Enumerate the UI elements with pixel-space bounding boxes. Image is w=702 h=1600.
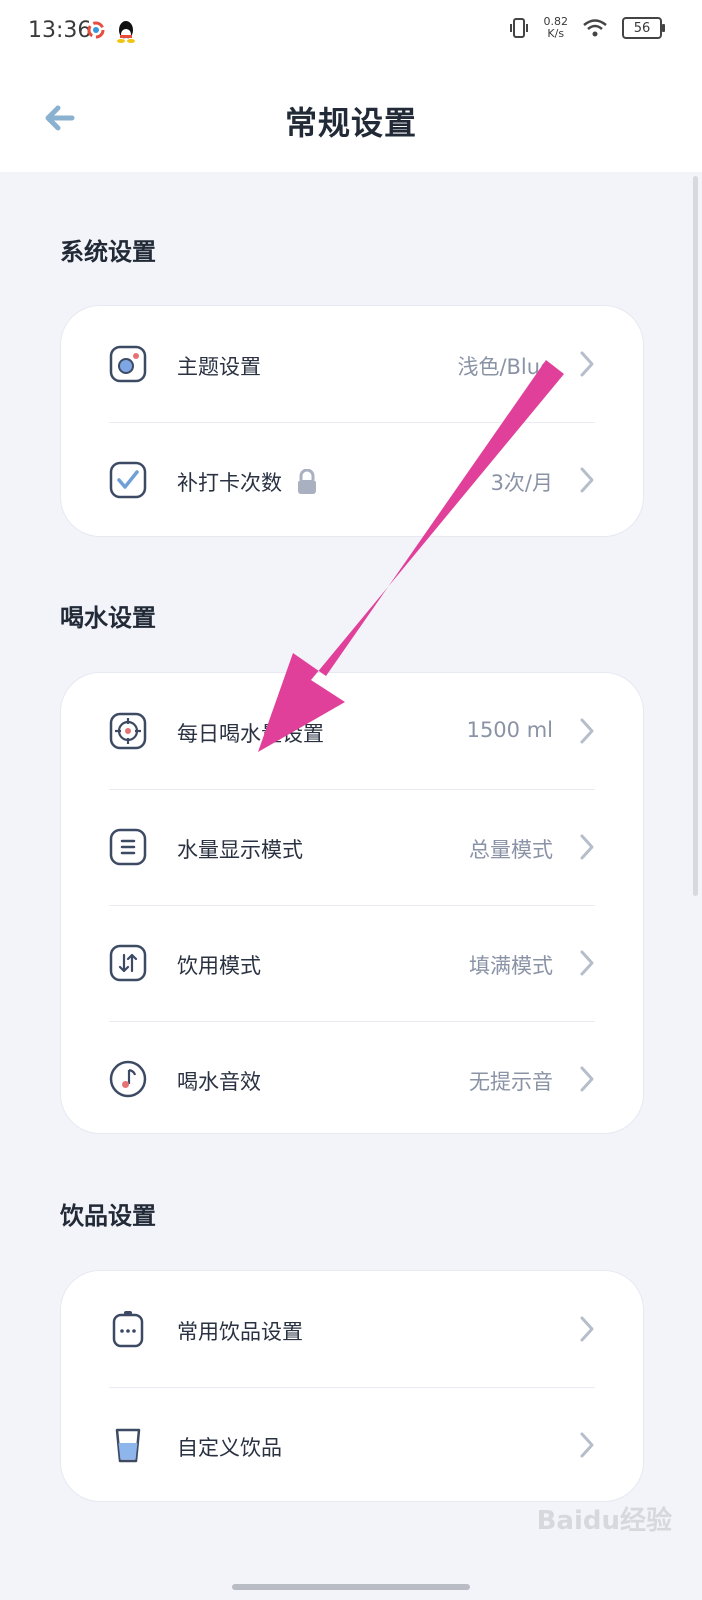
wifi-icon [583,19,607,37]
chevron-right-icon [580,718,594,744]
qq-icon [117,21,135,43]
bottle-icon [109,1310,147,1348]
row-common-drinks[interactable]: 常用饮品设置 [61,1271,643,1387]
home-indicator[interactable] [232,1584,470,1590]
chevron-right-icon [580,834,594,860]
row-value: 1500 ml [466,718,553,742]
row-label: 补打卡次数 [177,467,318,497]
chevron-right-icon [580,1066,594,1092]
row-label: 自定义饮品 [177,1436,282,1460]
row-makeup-checkins[interactable]: 补打卡次数 3次/月 [61,422,643,538]
status-right: 0.82 K/s 56 [508,16,665,40]
lock-icon [298,469,316,494]
target-icon [109,712,147,750]
row-value: 浅色/Blue [457,355,553,379]
row-daily-water-goal[interactable]: 每日喝水量设置 1500 ml [61,673,643,789]
row-label: 水量显示模式 [177,838,303,862]
net-speed: 0.82 K/s [544,16,569,40]
cup-icon [109,1426,147,1464]
card-drink-settings: 常用饮品设置 自定义饮品 [60,1270,644,1502]
card-water-settings: 每日喝水量设置 1500 ml 水量显示模式 总量模式 饮用模式 填满模式 喝水… [60,672,644,1134]
battery-level: 56 [633,20,651,36]
section-title-water: 喝水设置 [60,604,156,632]
row-water-display-mode[interactable]: 水量显示模式 总量模式 [61,789,643,905]
row-label: 主题设置 [177,355,261,379]
row-label: 饮用模式 [177,954,261,978]
theme-icon [109,345,147,383]
section-title-system: 系统设置 [60,238,156,266]
row-value: 总量模式 [469,838,553,862]
app-notification-icon [87,21,105,39]
list-icon [109,828,147,866]
row-value: 填满模式 [469,954,553,978]
row-label-text: 补打卡次数 [177,471,282,495]
vibrate-icon [509,18,528,38]
scrollbar[interactable] [693,176,698,896]
page-title: 常规设置 [284,104,417,142]
status-bar: 13:36 0.82 K/s 56 [0,0,702,64]
status-time: 13:36 [28,18,92,43]
chevron-right-icon [580,351,594,377]
row-theme-settings[interactable]: 主题设置 浅色/Blue [61,306,643,422]
row-value: 无提示音 [469,1070,553,1094]
row-label: 每日喝水量设置 [177,722,324,746]
section-title-drinks: 饮品设置 [60,1202,156,1230]
chevron-right-icon [580,467,594,493]
status-app-icons [86,20,136,44]
card-system-settings: 主题设置 浅色/Blue 补打卡次数 3次/月 [60,305,644,537]
app-header: 常规设置 [0,64,702,172]
row-drinking-mode[interactable]: 饮用模式 填满模式 [61,905,643,1021]
battery-indicator: 56 [622,17,665,39]
row-label: 常用饮品设置 [177,1320,303,1344]
row-label: 喝水音效 [177,1070,261,1094]
row-value: 3次/月 [490,471,553,495]
row-custom-drink[interactable]: 自定义饮品 [61,1387,643,1503]
checkbox-icon [109,461,147,499]
net-speed-unit: K/s [547,27,565,40]
chevron-right-icon [580,1432,594,1458]
swap-icon [109,944,147,982]
row-drinking-sound[interactable]: 喝水音效 无提示音 [61,1021,643,1137]
music-note-icon [109,1060,147,1098]
baidu-watermark: Baidu经验 [536,1506,672,1536]
chevron-right-icon [580,1316,594,1342]
chevron-right-icon [580,950,594,976]
